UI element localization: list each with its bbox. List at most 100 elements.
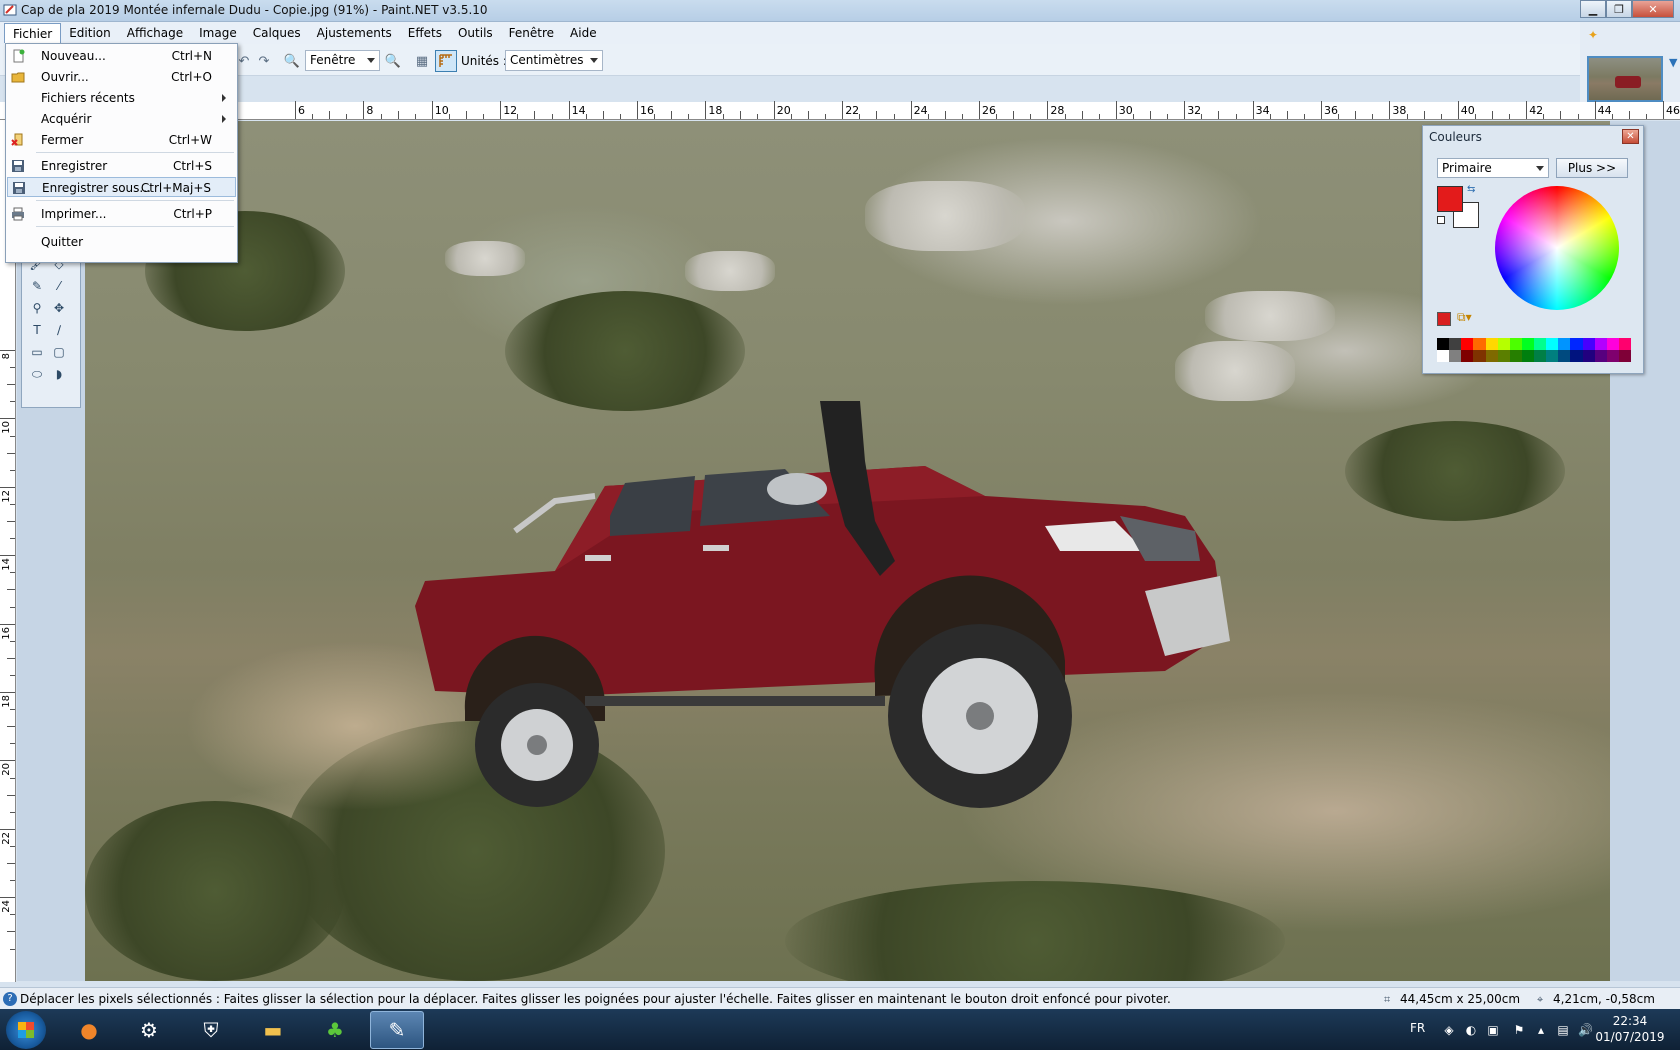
palette-color[interactable]	[1582, 338, 1595, 350]
menu-image[interactable]: Image	[191, 23, 245, 43]
menu-aide[interactable]: Aide	[562, 23, 605, 43]
menu-item-enregistrer-sous[interactable]: Enregistrer sous... Ctrl+Maj+S	[7, 177, 236, 197]
palette-color[interactable]	[1606, 338, 1619, 350]
palette-color[interactable]	[1437, 350, 1450, 362]
palette-color[interactable]	[1606, 350, 1619, 362]
graphics-tray-icon[interactable]: ◐	[1464, 1023, 1478, 1037]
color-palette[interactable]	[1437, 338, 1631, 362]
palette-color[interactable]	[1582, 350, 1595, 362]
palette-color[interactable]	[1497, 338, 1510, 350]
firefox-taskbar-button[interactable]: ●	[62, 1011, 116, 1049]
palette-color[interactable]	[1618, 350, 1631, 362]
palette-color[interactable]	[1570, 338, 1583, 350]
palette-color[interactable]	[1461, 338, 1474, 350]
palette-color[interactable]	[1558, 338, 1571, 350]
palette-color[interactable]	[1594, 338, 1607, 350]
palette-color[interactable]	[1546, 350, 1559, 362]
menu-edition[interactable]: Edition	[61, 23, 119, 43]
menu-item-acquerir[interactable]: Acquérir	[7, 109, 236, 129]
palette-color[interactable]	[1594, 350, 1607, 362]
palette-color[interactable]	[1449, 350, 1462, 362]
menu-affichage[interactable]: Affichage	[119, 23, 191, 43]
security-tray-icon[interactable]: ◈	[1442, 1023, 1456, 1037]
palette-color[interactable]	[1449, 338, 1462, 350]
palette-color[interactable]	[1558, 350, 1571, 362]
steam-taskbar-button[interactable]: ⚙	[122, 1011, 176, 1049]
freeform-shape-tool[interactable]: ◗	[50, 365, 68, 383]
zoom-in-button[interactable]: 🔍	[385, 53, 401, 69]
minimize-button[interactable]: ▁	[1580, 0, 1606, 18]
more-colors-button[interactable]: Plus >>	[1556, 158, 1628, 178]
menu-item-nouveau[interactable]: Nouveau... Ctrl+N	[7, 46, 236, 66]
file-explorer-taskbar-button[interactable]: ▬	[246, 1011, 300, 1049]
image-thumbnail[interactable]	[1587, 56, 1663, 102]
colors-window-close-button[interactable]: ✕	[1622, 129, 1639, 144]
start-button[interactable]	[6, 1011, 46, 1049]
clover-taskbar-button[interactable]: ♣	[308, 1011, 362, 1049]
recolor-tool[interactable]: ✥	[50, 299, 68, 317]
redo-button[interactable]: ↷	[256, 53, 272, 69]
menu-item-fichiers-recents[interactable]: Fichiers récents	[7, 88, 236, 108]
menu-ajustements[interactable]: Ajustements	[309, 23, 400, 43]
menu-item-quitter[interactable]: Quitter	[7, 232, 236, 252]
palette-color[interactable]	[1521, 350, 1534, 362]
palette-color[interactable]	[1485, 350, 1498, 362]
reset-colors-icon[interactable]	[1437, 216, 1445, 224]
input-language[interactable]: FR	[1410, 1021, 1425, 1035]
swap-colors-icon[interactable]: ⇆	[1467, 184, 1475, 195]
menu-calques[interactable]: Calques	[245, 23, 309, 43]
menu-item-fermer[interactable]: Fermer Ctrl+W	[7, 130, 236, 150]
units-select[interactable]: Centimètres	[505, 50, 603, 71]
add-to-palette-button[interactable]	[1437, 312, 1451, 326]
text-tool[interactable]: T	[28, 321, 46, 339]
rectangle-tool[interactable]: ▭	[28, 343, 46, 361]
volume-icon[interactable]: 🔊	[1578, 1023, 1593, 1037]
primary-color-swatch[interactable]	[1437, 186, 1463, 212]
palette-color[interactable]	[1546, 338, 1559, 350]
palette-color[interactable]	[1497, 350, 1510, 362]
palette-color[interactable]	[1534, 350, 1547, 362]
menu-effets[interactable]: Effets	[400, 23, 450, 43]
pencil-tool[interactable]: ✎	[28, 277, 46, 295]
menu-fichier[interactable]: Fichier	[4, 23, 62, 43]
thumbnail-scroll-button[interactable]: ▼	[1669, 56, 1677, 69]
zoom-out-button[interactable]: 🔍	[284, 53, 300, 69]
rounded-rectangle-tool[interactable]: ▢	[50, 343, 68, 361]
palette-color[interactable]	[1509, 338, 1522, 350]
ellipse-tool[interactable]: ⬭	[28, 365, 46, 383]
palette-color[interactable]	[1509, 350, 1522, 362]
action-center-icon[interactable]: ⚑	[1512, 1023, 1526, 1037]
grid-toggle-button[interactable]: ▦	[414, 53, 430, 69]
palette-color[interactable]	[1570, 350, 1583, 362]
color-picker-tool[interactable]: ⁄	[50, 277, 68, 295]
palette-color[interactable]	[1618, 338, 1631, 350]
game-taskbar-button[interactable]: ⛨	[184, 1011, 238, 1049]
palette-menu-icon[interactable]: ⧉▾	[1457, 310, 1472, 325]
palette-color[interactable]	[1461, 350, 1474, 362]
menu-outils[interactable]: Outils	[450, 23, 501, 43]
show-hidden-icons[interactable]: ▴	[1534, 1023, 1548, 1037]
clone-stamp-tool[interactable]: ⚲	[28, 299, 46, 317]
paintnet-taskbar-button[interactable]: ✎	[370, 1011, 424, 1049]
network-icon[interactable]: ▤	[1556, 1023, 1570, 1037]
app-tray-icon[interactable]: ▣	[1486, 1023, 1500, 1037]
taskbar-clock[interactable]: 22:34 01/07/2019	[1595, 1013, 1665, 1045]
maximize-button[interactable]: ❐	[1606, 0, 1632, 18]
menu-item-ouvrir[interactable]: Ouvrir... Ctrl+O	[7, 67, 236, 87]
menu-fenetre[interactable]: Fenêtre	[501, 23, 562, 43]
palette-color[interactable]	[1534, 338, 1547, 350]
close-window-button[interactable]: ✕	[1632, 0, 1674, 18]
menu-item-enregistrer[interactable]: Enregistrer Ctrl+S	[7, 156, 236, 176]
color-mode-select[interactable]: Primaire	[1437, 158, 1549, 178]
menu-item-imprimer[interactable]: Imprimer... Ctrl+P	[7, 204, 236, 224]
palette-color[interactable]	[1473, 338, 1486, 350]
palette-color[interactable]	[1521, 338, 1534, 350]
color-wheel[interactable]	[1495, 186, 1619, 310]
palette-color[interactable]	[1437, 338, 1450, 350]
undo-button[interactable]: ↶	[236, 53, 252, 69]
palette-color[interactable]	[1473, 350, 1486, 362]
image-canvas[interactable]	[85, 121, 1610, 981]
palette-color[interactable]	[1485, 338, 1498, 350]
zoom-select[interactable]: Fenêtre	[305, 50, 380, 71]
rulers-toggle-button[interactable]	[435, 50, 457, 72]
